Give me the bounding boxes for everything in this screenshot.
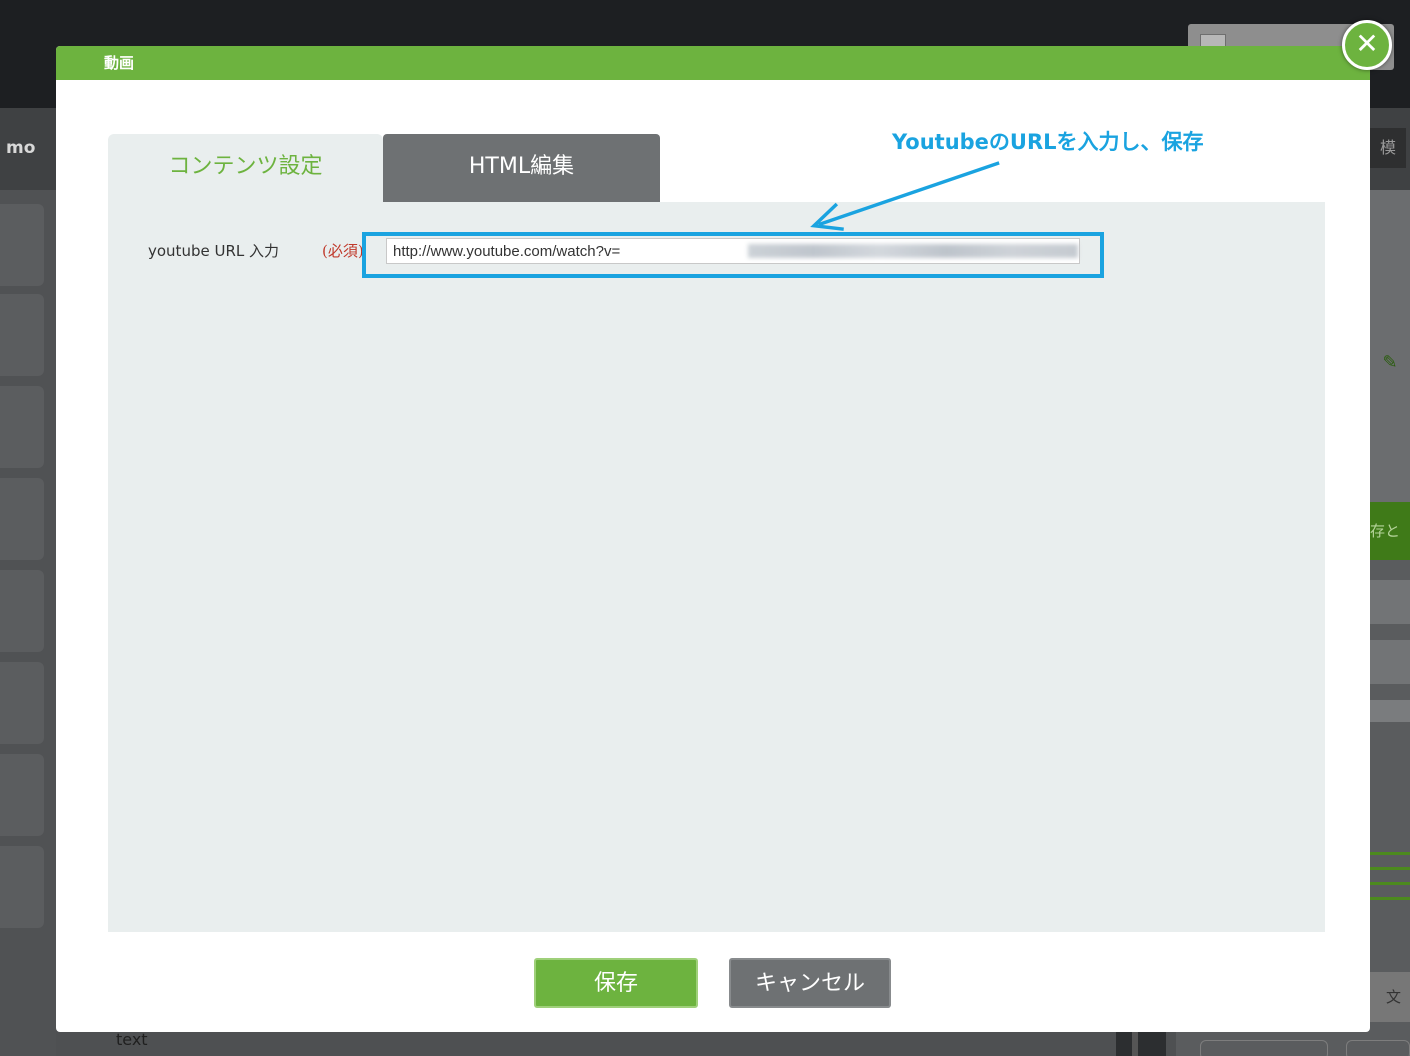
bottom-panel-box[interactable] (1200, 1040, 1328, 1056)
left-sidebar (0, 190, 56, 1056)
content-settings-panel: youtube URL 入力 (必須) (108, 202, 1325, 932)
video-modal: 動画 コンテンツ設定 HTML編集 youtube URL 入力 (必須) 保存… (56, 46, 1370, 1032)
edit-icon[interactable]: ✎ (1370, 340, 1410, 386)
right-panel-section (1370, 190, 1410, 340)
required-marker: (必須) (322, 242, 364, 260)
right-panel-section (1370, 386, 1410, 502)
sidebar-card[interactable] (0, 570, 44, 652)
youtube-url-label: youtube URL 入力 (148, 242, 279, 260)
save-and-button-partial[interactable]: 存と (1366, 502, 1410, 560)
sidebar-card[interactable] (0, 662, 44, 744)
right-panel-lines (1368, 852, 1410, 942)
sidebar-card[interactable] (0, 204, 44, 286)
right-panel-row (1370, 700, 1410, 722)
sidebar-card[interactable] (0, 478, 44, 560)
bottom-panel-box[interactable] (1346, 1040, 1410, 1056)
header-right-button[interactable]: 模 (1370, 128, 1406, 168)
right-panel-row (1370, 640, 1410, 684)
canvas-text: text (116, 1030, 148, 1049)
url-highlight-box (362, 232, 1104, 278)
sidebar-card[interactable] (0, 754, 44, 836)
text-button-partial[interactable]: 文 (1368, 972, 1410, 1022)
right-panel-row (1370, 580, 1410, 624)
tab-content-settings[interactable]: コンテンツ設定 (108, 134, 383, 204)
save-button[interactable]: 保存 (534, 958, 698, 1008)
cancel-button[interactable]: キャンセル (729, 958, 891, 1008)
site-name-partial: mo (6, 138, 36, 158)
modal-tabs: コンテンツ設定 HTML編集 (108, 134, 668, 204)
sidebar-card[interactable] (0, 386, 44, 468)
annotation-arrow-icon (810, 161, 1000, 231)
modal-title: 動画 (56, 46, 1370, 80)
close-icon[interactable]: ✕ (1342, 20, 1392, 70)
sidebar-card[interactable] (0, 846, 44, 928)
annotation-text: YoutubeのURLを入力し、保存 (892, 130, 1204, 154)
scroll-strip (1116, 1030, 1166, 1056)
tab-html-edit[interactable]: HTML編集 (383, 134, 660, 204)
sidebar-card[interactable] (0, 294, 44, 376)
scroll-strip-line (1132, 1030, 1138, 1056)
